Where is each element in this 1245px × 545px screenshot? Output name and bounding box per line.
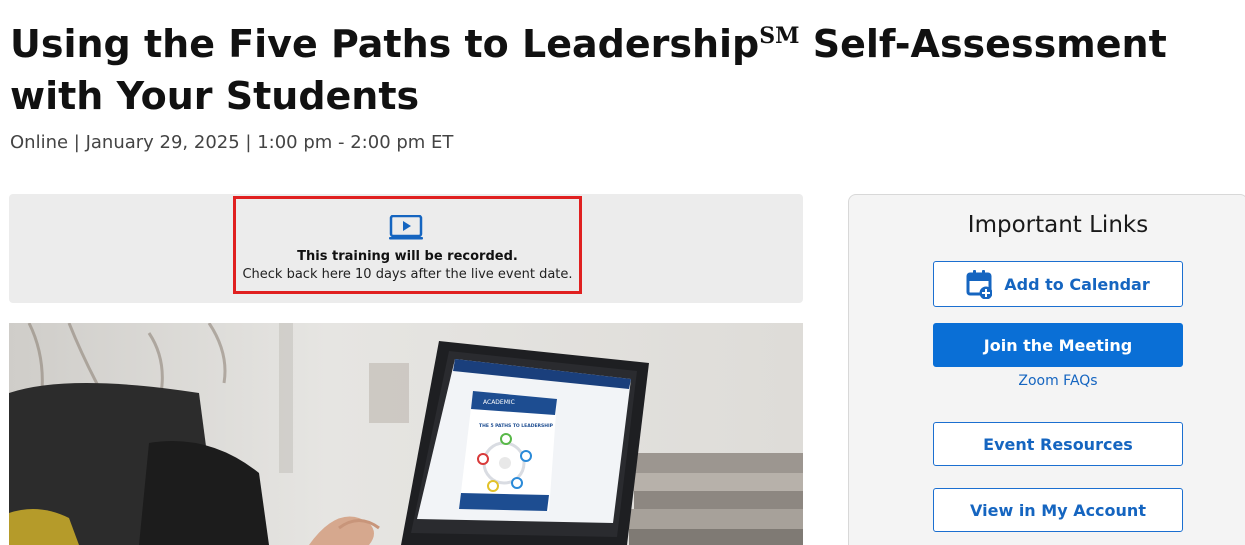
important-links-panel: Important Links Add to Calendar Join the… xyxy=(848,194,1245,545)
add-to-calendar-label: Add to Calendar xyxy=(1004,274,1150,294)
screen-heading: THE 5 PATHS TO LEADERSHIP xyxy=(479,423,554,429)
laptop-photo: ACADEMIC THE 5 PATHS TO LEADERSHIP xyxy=(9,323,803,545)
event-resources-button[interactable]: Event Resources xyxy=(933,422,1183,466)
event-meta: Online | January 29, 2025 | 1:00 pm - 2:… xyxy=(10,132,454,153)
recording-notice-highlight: This training will be recorded. Check ba… xyxy=(233,196,582,294)
add-to-calendar-button[interactable]: Add to Calendar xyxy=(933,261,1183,307)
recording-notice: This training will be recorded. Check ba… xyxy=(9,194,803,303)
join-meeting-button[interactable]: Join the Meeting xyxy=(933,323,1183,367)
page-title-main: Using the Five Paths to Leadership xyxy=(10,22,760,66)
screen-brand: ACADEMIC xyxy=(483,399,515,406)
recording-notice-text: Check back here 10 days after the live e… xyxy=(242,267,573,282)
important-links-title: Important Links xyxy=(967,212,1149,238)
recording-notice-title: This training will be recorded. xyxy=(297,249,518,264)
page-title: Using the Five Paths to LeadershipSM Sel… xyxy=(10,10,1230,122)
view-in-my-account-button[interactable]: View in My Account xyxy=(933,488,1183,532)
service-mark: SM xyxy=(759,23,800,49)
calendar-add-icon xyxy=(966,270,993,299)
hero-image: ACADEMIC THE 5 PATHS TO LEADERSHIP xyxy=(9,323,803,545)
zoom-faqs-link[interactable]: Zoom FAQs xyxy=(933,373,1183,389)
video-play-icon xyxy=(389,215,423,240)
